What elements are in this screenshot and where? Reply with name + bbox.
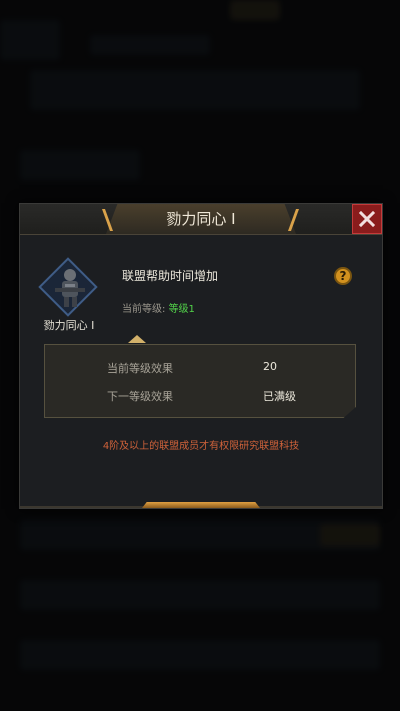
bottom-accent-bar — [142, 502, 260, 508]
effect-value: 20 — [263, 360, 277, 373]
question-mark-icon[interactable]: ? — [334, 267, 352, 285]
permission-notice: 4阶及以上的联盟成员才有权限研究联盟科技 — [102, 441, 300, 452]
effect-label: 下一等级效果 — [107, 390, 173, 403]
close-button[interactable] — [352, 204, 382, 234]
effect-row: 下一等级效果 已满级 — [45, 388, 355, 408]
skill-icon — [38, 257, 98, 317]
effect-label: 当前等级效果 — [107, 362, 173, 375]
skill-icon-label: 勠力同心 I — [43, 319, 95, 332]
close-icon — [359, 211, 375, 227]
dialog-title: 勠力同心 I — [166, 210, 236, 228]
effect-row: 当前等级效果 20 — [45, 360, 355, 380]
skill-name: 联盟帮助时间增加 — [122, 269, 219, 283]
tech-detail-dialog: 勠力同心 I 勠力同心 I 联盟帮助时间增加 当前等级: 等级1 ? 当前等级效… — [19, 203, 383, 509]
soldier-badge-icon — [55, 269, 85, 307]
info-pointer — [128, 335, 146, 343]
dialog-titlebar: 勠力同心 I — [20, 204, 382, 235]
current-level-label: 当前等级: — [122, 304, 166, 315]
current-level: 当前等级: 等级1 — [122, 300, 195, 315]
effects-panel: 当前等级效果 20 下一等级效果 已满级 — [44, 344, 356, 418]
current-level-value: 等级1 — [168, 304, 195, 315]
effect-value: 已满级 — [263, 390, 296, 403]
